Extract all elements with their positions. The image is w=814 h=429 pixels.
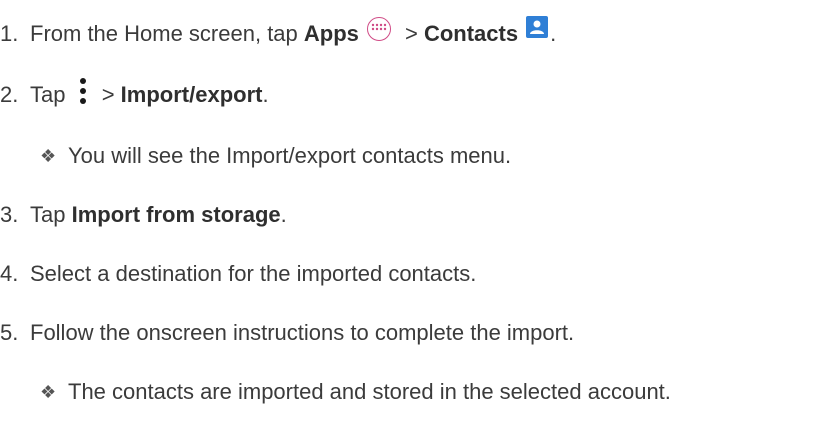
step-end: .: [262, 82, 269, 107]
step-number: 2.: [0, 82, 19, 107]
contacts-icon: [526, 16, 549, 38]
contacts-label: Contacts: [423, 21, 519, 46]
apps-icon: [366, 17, 391, 41]
step-5: 5. Follow the onscreen instructions to c…: [0, 313, 574, 353]
note-2: ❖ The contacts are imported and stored i…: [40, 372, 671, 412]
step-4: 4. Select a destination for the imported…: [0, 254, 476, 294]
import-export-label: Import/export: [120, 82, 263, 107]
step-number: 4.: [0, 261, 19, 286]
more-options-icon: [78, 77, 88, 107]
step-number: 5.: [0, 320, 19, 345]
separator: >: [95, 82, 121, 107]
step-3: 3. Tap Import from storage .: [0, 195, 287, 235]
import-from-storage-label: Import from storage: [71, 202, 281, 227]
step-1: 1. From the Home screen, tap Apps > Cont…: [0, 14, 556, 54]
note-text: The contacts are imported and stored in …: [68, 379, 671, 404]
step-end: .: [280, 202, 287, 227]
step-text: Select a destination for the imported co…: [30, 261, 477, 286]
note-1: ❖ You will see the Import/export contact…: [40, 136, 511, 176]
diamond-bullet-icon: ❖: [40, 146, 57, 166]
step-text: Tap: [30, 82, 72, 107]
step-text: Follow the onscreen instructions to comp…: [30, 320, 575, 345]
step-text: Tap: [30, 202, 72, 227]
step-end: .: [550, 21, 557, 46]
note-text: You will see the Import/export contacts …: [68, 143, 512, 168]
diamond-bullet-icon: ❖: [40, 382, 57, 402]
step-number: 3.: [0, 202, 19, 227]
apps-label: Apps: [303, 21, 359, 46]
step-number: 1.: [0, 21, 19, 46]
step-2: 2. Tap > Import/export .: [0, 75, 269, 115]
separator: >: [398, 21, 424, 46]
step-text: From the Home screen, tap: [30, 21, 304, 46]
